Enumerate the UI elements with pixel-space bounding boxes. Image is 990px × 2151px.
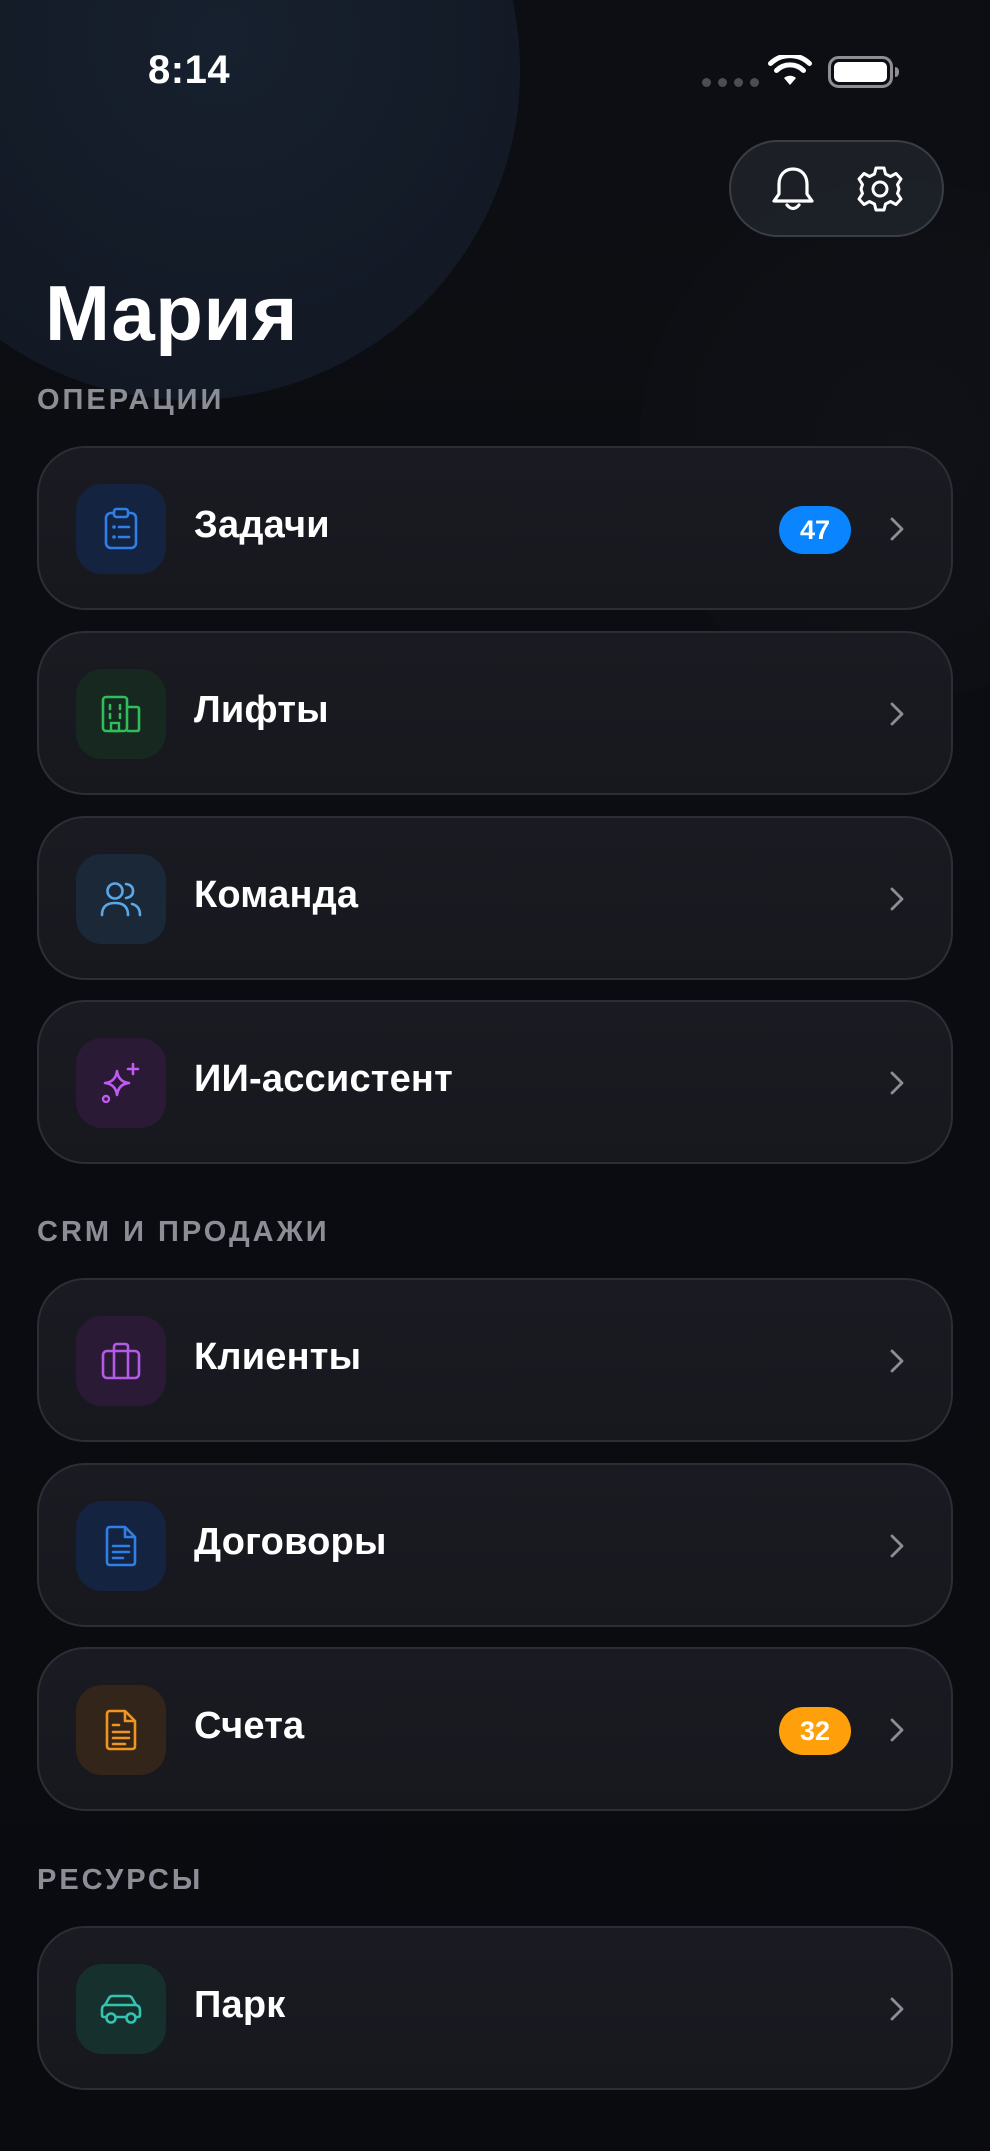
menu-item-label: Лифты: [194, 689, 329, 731]
section-header-crm: CRM И ПРОДАЖИ: [37, 1216, 330, 1248]
chevron-right-icon: [890, 1997, 904, 2021]
bell-icon: [772, 166, 814, 210]
building-icon: [101, 695, 141, 733]
menu-item-label: Счета: [194, 1705, 305, 1747]
count-badge: 32: [779, 1707, 851, 1755]
team-icon-tile: [76, 854, 166, 944]
clients-icon-tile: [76, 1316, 166, 1406]
background-decoration-secondary: [640, 180, 990, 700]
chevron-right-icon: [890, 1718, 904, 1742]
section-header-operations: ОПЕРАЦИИ: [37, 384, 225, 416]
chevron-right-icon: [890, 517, 904, 541]
invoice-icon: [105, 1709, 137, 1751]
menu-item-elevators[interactable]: Лифты: [37, 631, 953, 795]
status-time: 8:14: [148, 48, 231, 92]
wifi-icon: [768, 55, 812, 85]
chevron-right-icon: [890, 887, 904, 911]
menu-item-label: Команда: [194, 874, 359, 916]
invoices-icon-tile: [76, 1685, 166, 1775]
menu-item-tasks[interactable]: Задачи 47: [37, 446, 953, 610]
chevron-right-icon: [890, 1071, 904, 1095]
document-icon: [105, 1525, 137, 1567]
chevron-right-icon: [890, 1534, 904, 1558]
tasks-icon-tile: [76, 484, 166, 574]
settings-button[interactable]: [850, 159, 910, 219]
menu-item-fleet[interactable]: Парк: [37, 1926, 953, 2090]
count-badge: 47: [779, 506, 851, 554]
home-screen: 8:14 Мария ОПЕРАЦИИ Задачи 47 Лифты Кома…: [0, 0, 990, 2151]
menu-item-label: Клиенты: [194, 1336, 362, 1378]
chevron-right-icon: [890, 702, 904, 726]
users-icon: [100, 882, 142, 917]
menu-item-contracts[interactable]: Договоры: [37, 1463, 953, 1627]
page-title: Мария: [45, 269, 298, 357]
car-icon: [100, 1994, 142, 2024]
menu-item-label: ИИ-ассистент: [194, 1058, 453, 1100]
clipboard-list-icon: [104, 507, 138, 550]
sparkles-icon: [101, 1062, 140, 1104]
gear-icon: [857, 166, 903, 211]
briefcase-icon: [101, 1342, 141, 1380]
contracts-icon-tile: [76, 1501, 166, 1591]
elevators-icon-tile: [76, 669, 166, 759]
menu-item-label: Договоры: [194, 1521, 387, 1563]
menu-item-label: Парк: [194, 1984, 286, 2026]
notifications-button[interactable]: [763, 159, 823, 219]
battery-icon: [828, 56, 899, 88]
menu-item-ai-assistant[interactable]: ИИ-ассистент: [37, 1000, 953, 1164]
chevron-right-icon: [890, 1349, 904, 1373]
status-bar: 8:14: [0, 0, 990, 140]
section-header-resources: РЕСУРСЫ: [37, 1864, 204, 1896]
menu-item-clients[interactable]: Клиенты: [37, 1278, 953, 1442]
header-actions: [729, 140, 944, 237]
ai-assistant-icon-tile: [76, 1038, 166, 1128]
cellular-signal-icon: [702, 78, 759, 87]
menu-item-label: Задачи: [194, 504, 330, 546]
fleet-icon-tile: [76, 1964, 166, 2054]
menu-item-team[interactable]: Команда: [37, 816, 953, 980]
menu-item-invoices[interactable]: Счета 32: [37, 1647, 953, 1811]
